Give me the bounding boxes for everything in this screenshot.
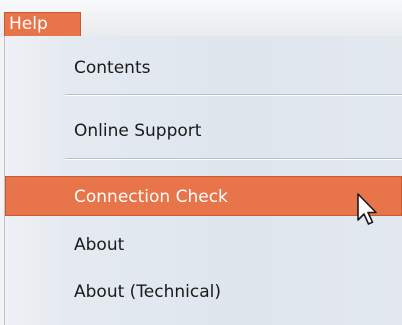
mouse-pointer-icon [357, 193, 377, 225]
menu-separator [65, 94, 402, 96]
menu-item-online-support[interactable]: Online Support [5, 111, 402, 151]
app-window: Help Contents Online Support Connection … [0, 0, 402, 325]
menu-item-contents[interactable]: Contents [5, 48, 402, 88]
menu-help[interactable]: Help [4, 12, 81, 37]
menu-item-about-technical[interactable]: About (Technical) [5, 272, 402, 312]
help-dropdown-menu: Contents Online Support Connection Check… [4, 36, 402, 325]
menu-separator [65, 158, 402, 160]
menu-item-connection-check[interactable]: Connection Check [5, 176, 402, 216]
menu-item-about[interactable]: About [5, 225, 402, 265]
menubar: Help [0, 0, 402, 37]
